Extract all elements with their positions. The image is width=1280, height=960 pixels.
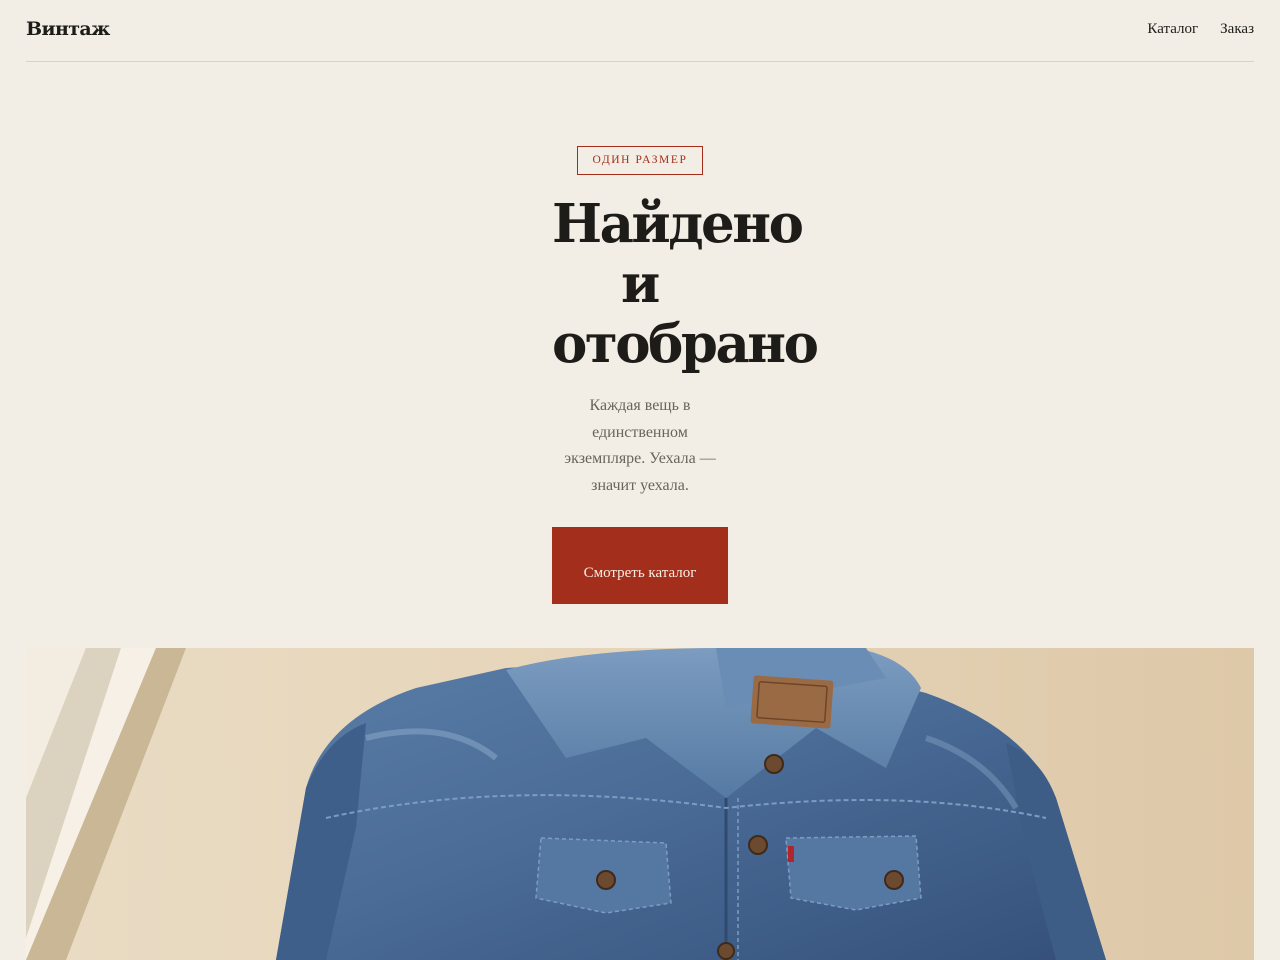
view-catalog-button[interactable]: Смотреть каталог: [552, 527, 728, 604]
site-header: Винтаж Каталог Заказ: [26, 0, 1254, 62]
main-nav: Каталог Заказ: [1147, 21, 1254, 38]
hero-subtitle: Каждая вещь в единственном экземпляре. У…: [564, 397, 716, 494]
hero-title-line: Найдено: [552, 193, 804, 255]
size-badge: ОДИН РАЗМЕР: [577, 146, 703, 175]
site-logo[interactable]: Винтаж: [26, 18, 110, 40]
nav-link-order[interactable]: Заказ: [1220, 21, 1254, 38]
nav-link-catalog[interactable]: Каталог: [1147, 21, 1198, 38]
hero-title-line: отобрано: [552, 313, 819, 375]
hero-title: Найдено и отобрано: [552, 194, 820, 374]
hero-title-line: и: [621, 253, 660, 315]
hero-image-denim-jacket: [26, 648, 1254, 960]
